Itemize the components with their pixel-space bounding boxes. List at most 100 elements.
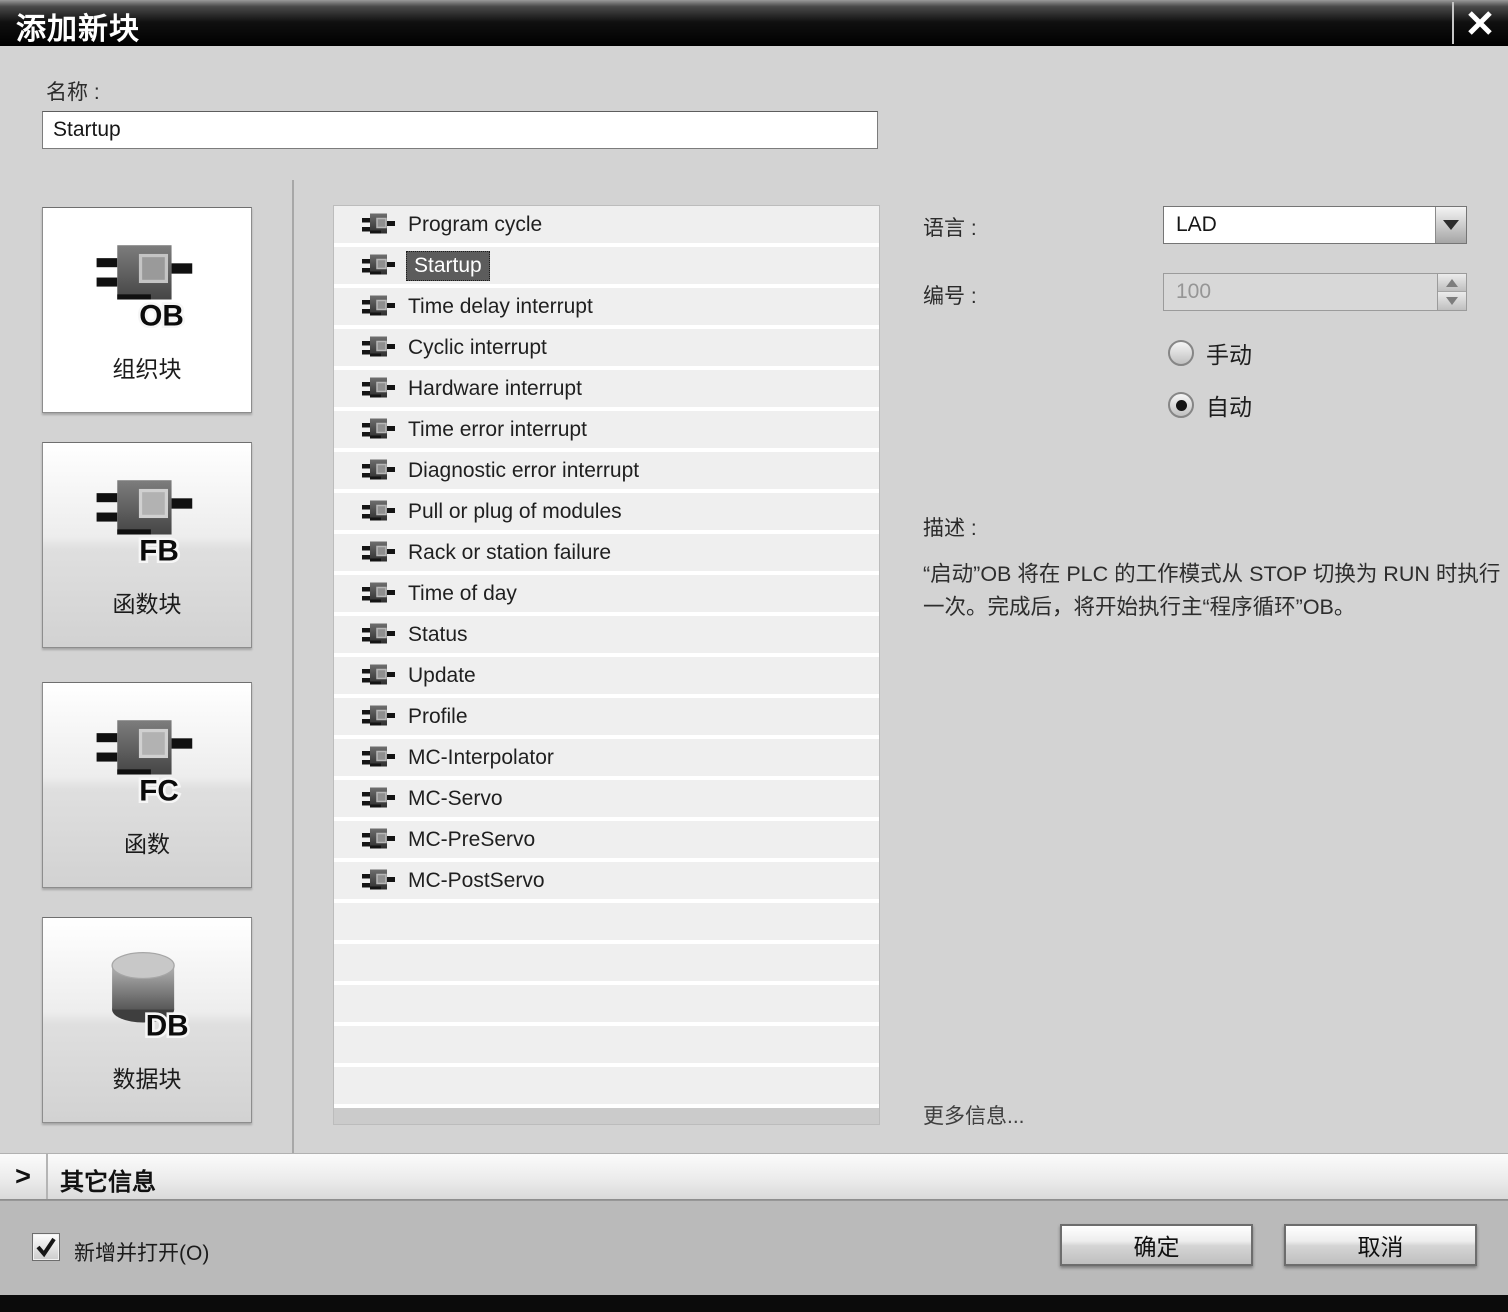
- svg-text:FC: FC: [139, 774, 179, 803]
- list-item[interactable]: Time error interrupt: [334, 411, 879, 452]
- list-item[interactable]: MC-PostServo: [334, 862, 879, 903]
- list-item[interactable]: MC-Interpolator: [334, 739, 879, 780]
- list-item[interactable]: Pull or plug of modules: [334, 493, 879, 534]
- radio-label: 自动: [1206, 394, 1252, 420]
- ob-block-icon: [362, 745, 396, 771]
- more-info-link[interactable]: 更多信息...: [923, 1100, 1025, 1130]
- add-and-open-checkbox[interactable]: [32, 1233, 60, 1261]
- language-dropdown[interactable]: LAD: [1163, 206, 1467, 244]
- dialog-footer: 新增并打开(O): [0, 1200, 1508, 1295]
- language-value: LAD: [1176, 213, 1217, 236]
- list-item[interactable]: MC-PreServo: [334, 821, 879, 862]
- ob-block-icon: [362, 868, 396, 894]
- ob-block-icon: [362, 704, 396, 730]
- list-item[interactable]: Cyclic interrupt: [334, 329, 879, 370]
- db-database-icon: DB: [94, 950, 200, 1046]
- ob-block-icon: [362, 294, 396, 320]
- list-item-label: MC-PostServo: [408, 868, 545, 892]
- ob-event-list: Program cycle Startup Time delay interrupt…: [333, 205, 880, 1125]
- chevron-right-icon: >: [15, 1161, 31, 1191]
- list-item[interactable]: Update: [334, 657, 879, 698]
- list-item-label: Cyclic interrupt: [408, 335, 547, 359]
- arrow-up-icon: [1446, 278, 1458, 287]
- close-icon: [1468, 11, 1492, 35]
- list-empty-row: [334, 1026, 879, 1067]
- block-number-value: 100: [1176, 280, 1212, 303]
- list-item-label: MC-Servo: [408, 786, 503, 810]
- ob-block-icon: [362, 663, 396, 689]
- description-text: “启动”OB 将在 PLC 的工作模式从 STOP 切换为 RUN 时执行一次。…: [923, 562, 1501, 619]
- list-item[interactable]: Program cycle: [334, 206, 879, 247]
- radio-option-auto[interactable]: 自动: [1168, 388, 1252, 422]
- ob-block-icon: [362, 417, 396, 443]
- block-type-label: 函数: [124, 831, 170, 857]
- name-label: 名称 :: [46, 81, 100, 104]
- dialog-title: 添加新块: [16, 13, 140, 46]
- block-type-fb-button[interactable]: FB 函数块: [42, 442, 252, 648]
- list-empty-row: [334, 944, 879, 985]
- list-item[interactable]: Status: [334, 616, 879, 657]
- svg-text:OB: OB: [139, 299, 184, 328]
- add-new-block-dialog: 添加新块 名称 : OB 组织块: [0, 0, 1508, 1312]
- svg-text:FB: FB: [139, 534, 179, 563]
- title-bar: 添加新块: [0, 0, 1508, 46]
- radio-label: 手动: [1206, 342, 1252, 368]
- block-type-label: 数据块: [112, 1066, 182, 1092]
- dropdown-arrow-button[interactable]: [1435, 207, 1466, 243]
- ob-block-icon: [362, 212, 396, 238]
- list-item-label: Update: [408, 663, 476, 687]
- add-and-open-label: 新增并打开(O): [74, 1242, 210, 1265]
- block-type-fc-button[interactable]: FC 函数: [42, 682, 252, 888]
- block-type-ob-button[interactable]: OB 组织块: [42, 207, 252, 413]
- ob-block-icon: [362, 540, 396, 566]
- cancel-button[interactable]: 取消: [1284, 1224, 1477, 1266]
- ob-block-icon: [362, 786, 396, 812]
- block-type-label: 函数块: [112, 591, 182, 617]
- list-item-label: Hardware interrupt: [408, 376, 582, 400]
- list-item[interactable]: Profile: [334, 698, 879, 739]
- spinner-up-button[interactable]: [1438, 274, 1466, 292]
- list-item[interactable]: Diagnostic error interrupt: [334, 452, 879, 493]
- language-label: 语言 :: [923, 217, 977, 240]
- list-item-label: Rack or station failure: [408, 540, 612, 564]
- spinner-down-button[interactable]: [1438, 292, 1466, 310]
- additional-info-expander[interactable]: > 其它信息: [0, 1153, 1508, 1200]
- ob-block-icon: OB: [94, 240, 200, 336]
- ob-block-icon: [362, 827, 396, 853]
- list-item-label: Startup: [406, 250, 490, 281]
- list-item-label: Diagnostic error interrupt: [408, 458, 640, 482]
- expander-chevron-cell[interactable]: >: [0, 1154, 48, 1199]
- list-item[interactable]: Startup: [334, 247, 879, 288]
- block-name-input[interactable]: [42, 111, 878, 149]
- list-empty-row: [334, 1067, 879, 1108]
- expander-title: 其它信息: [60, 1169, 156, 1196]
- number-label: 编号 :: [923, 285, 977, 308]
- list-item[interactable]: Time delay interrupt: [334, 288, 879, 329]
- list-item[interactable]: Time of day: [334, 575, 879, 616]
- svg-text:DB: DB: [146, 1009, 189, 1038]
- checkmark-icon: [36, 1237, 56, 1258]
- list-item-label: Profile: [408, 704, 468, 728]
- ok-button[interactable]: 确定: [1060, 1224, 1253, 1266]
- list-item[interactable]: Hardware interrupt: [334, 370, 879, 411]
- list-item[interactable]: Rack or station failure: [334, 534, 879, 575]
- list-item-label: Time delay interrupt: [408, 294, 593, 318]
- fc-block-icon: FC: [94, 715, 200, 811]
- list-item-label: Pull or plug of modules: [408, 499, 622, 523]
- block-number-spinner[interactable]: 100: [1163, 273, 1467, 311]
- close-button[interactable]: [1452, 2, 1506, 44]
- block-type-label: 组织块: [112, 356, 182, 382]
- ob-block-icon: [362, 622, 396, 648]
- radio-checked-icon: [1168, 392, 1194, 418]
- list-item-label: Time of day: [408, 581, 517, 605]
- list-item[interactable]: MC-Servo: [334, 780, 879, 821]
- block-type-db-button[interactable]: DB 数据块: [42, 917, 252, 1123]
- sidebar-divider: [292, 180, 294, 1153]
- ob-block-icon: [362, 458, 396, 484]
- ob-block-icon: [362, 335, 396, 361]
- spinner-buttons[interactable]: [1437, 274, 1466, 310]
- description-label: 描述 :: [923, 517, 977, 540]
- list-item-label: Time error interrupt: [408, 417, 587, 441]
- radio-option-manual[interactable]: 手动: [1168, 336, 1252, 370]
- list-item-label: MC-Interpolator: [408, 745, 554, 769]
